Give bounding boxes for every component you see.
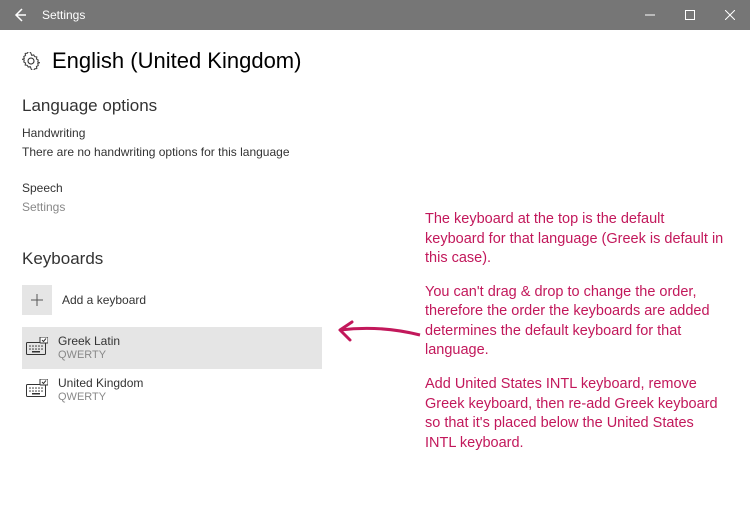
keyboard-layout: QWERTY bbox=[58, 390, 143, 404]
titlebar: Settings bbox=[0, 0, 750, 30]
maximize-icon bbox=[685, 10, 695, 20]
speech-section: Speech Settings bbox=[22, 181, 728, 214]
section-heading-language-options: Language options bbox=[22, 96, 728, 116]
keyboard-icon bbox=[26, 379, 48, 402]
add-keyboard-button[interactable]: Add a keyboard bbox=[22, 285, 728, 315]
minimize-icon bbox=[645, 10, 655, 20]
maximize-button[interactable] bbox=[670, 0, 710, 30]
speech-label: Speech bbox=[22, 181, 728, 195]
close-button[interactable] bbox=[710, 0, 750, 30]
gear-icon bbox=[22, 52, 40, 70]
keyboard-name: United Kingdom bbox=[58, 376, 143, 390]
keyboard-item-greek-latin[interactable]: Greek Latin QWERTY bbox=[22, 327, 322, 369]
keyboard-icon bbox=[26, 337, 48, 360]
keyboard-name: Greek Latin bbox=[58, 334, 120, 348]
window-title: Settings bbox=[40, 8, 630, 22]
section-heading-keyboards: Keyboards bbox=[22, 249, 728, 269]
minimize-button[interactable] bbox=[630, 0, 670, 30]
plus-icon bbox=[22, 285, 52, 315]
close-icon bbox=[725, 10, 735, 20]
page-title: English (United Kingdom) bbox=[52, 48, 301, 74]
keyboard-layout: QWERTY bbox=[58, 348, 120, 362]
page-header: English (United Kingdom) bbox=[22, 48, 728, 74]
handwriting-label: Handwriting bbox=[22, 126, 728, 140]
add-keyboard-label: Add a keyboard bbox=[62, 293, 146, 307]
back-icon bbox=[12, 7, 28, 23]
speech-settings-link[interactable]: Settings bbox=[22, 200, 728, 214]
handwriting-text: There are no handwriting options for thi… bbox=[22, 145, 728, 159]
handwriting-section: Handwriting There are no handwriting opt… bbox=[22, 126, 728, 159]
back-button[interactable] bbox=[0, 0, 40, 30]
keyboard-item-united-kingdom[interactable]: United Kingdom QWERTY bbox=[22, 369, 322, 411]
